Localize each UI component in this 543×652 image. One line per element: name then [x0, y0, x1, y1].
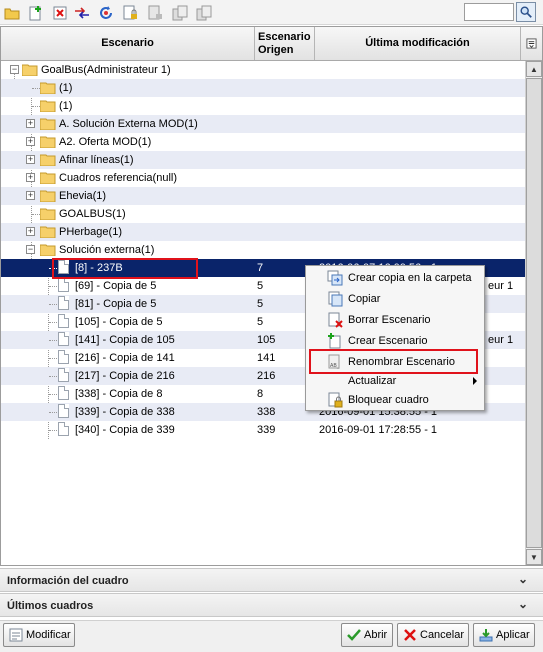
- document-icon: [58, 350, 69, 364]
- unlock-icon[interactable]: [145, 3, 164, 22]
- document-icon: [58, 278, 69, 292]
- tree-row[interactable]: − Solución externa(1): [1, 241, 525, 259]
- tree-row[interactable]: + Cuadros referencia(null): [1, 169, 525, 187]
- create-scenario-icon: [328, 333, 341, 349]
- expand-icon[interactable]: +: [26, 119, 35, 128]
- expand-icon[interactable]: +: [26, 191, 35, 200]
- tree-row[interactable]: + Ehevia(1): [1, 187, 525, 205]
- tree-row[interactable]: (1): [1, 79, 525, 97]
- info-panel-header[interactable]: Información del cuadro ⌄: [0, 568, 543, 592]
- folder-icon: [40, 190, 56, 202]
- new-icon[interactable]: [25, 3, 44, 22]
- document-icon: [58, 404, 69, 418]
- tree-row[interactable]: + A2. Oferta MOD(1): [1, 133, 525, 151]
- submenu-arrow-icon: [473, 377, 477, 385]
- menu-item-copy[interactable]: Copiar: [307, 289, 483, 309]
- search-button[interactable]: [516, 2, 536, 22]
- search-icon: [520, 6, 532, 18]
- cancel-button[interactable]: Cancelar: [397, 623, 469, 647]
- document-icon: [58, 296, 69, 310]
- column-chooser-button[interactable]: [521, 27, 542, 60]
- menu-item-copy-to-folder[interactable]: Crear copia en la carpeta: [307, 268, 483, 288]
- expand-icon[interactable]: +: [26, 155, 35, 164]
- lock-icon: [328, 392, 343, 408]
- document-icon: [58, 260, 69, 274]
- tree-row[interactable]: GOALBUS(1): [1, 205, 525, 223]
- column-chooser-icon: [526, 38, 537, 49]
- folder-icon: [40, 172, 56, 184]
- open-folder-icon[interactable]: [2, 3, 21, 22]
- scroll-up-icon[interactable]: ▲: [526, 61, 542, 77]
- grid-header: Escenario Escenario Origen Última modifi…: [1, 27, 542, 61]
- menu-item-create-scenario[interactable]: Crear Escenario: [307, 331, 483, 351]
- document-icon: [58, 314, 69, 328]
- folder-icon: [40, 100, 56, 112]
- tree-row[interactable]: (1): [1, 97, 525, 115]
- move-icon[interactable]: [72, 3, 91, 22]
- folder-icon: [40, 136, 56, 148]
- delete-scenario-icon: [328, 312, 343, 328]
- tree-row[interactable]: [340] - Copia de 339 339 2016-09-01 17:2…: [1, 421, 525, 439]
- scroll-thumb[interactable]: [526, 78, 542, 548]
- apply-button[interactable]: Aplicar: [473, 623, 535, 647]
- scroll-down-icon[interactable]: ▼: [526, 549, 542, 565]
- context-menu: Crear copia en la carpeta Copiar Borrar …: [305, 265, 485, 411]
- copy-icon: [328, 291, 343, 307]
- open-button[interactable]: Abrir: [341, 623, 393, 647]
- collapse-icon[interactable]: −: [10, 65, 19, 74]
- document-icon: [58, 386, 69, 400]
- recent-panel-header[interactable]: Últimos cuadros ⌄: [0, 593, 543, 617]
- svg-text:AB_: AB_: [330, 363, 340, 369]
- column-origin[interactable]: Escenario Origen: [255, 27, 315, 60]
- paste-icon[interactable]: [194, 3, 213, 22]
- menu-item-lock-board[interactable]: Bloquear cuadro: [307, 390, 483, 410]
- menu-item-update[interactable]: Actualizar: [307, 371, 483, 391]
- check-icon: [347, 629, 361, 641]
- open-folder-icon: [40, 244, 56, 256]
- document-icon: [58, 332, 69, 346]
- vertical-scrollbar[interactable]: ▲ ▼: [525, 61, 542, 565]
- copy-to-folder-icon: [327, 270, 343, 286]
- open-folder-icon: [22, 64, 38, 76]
- tree-row[interactable]: + Afinar líneas(1): [1, 151, 525, 169]
- folder-icon: [40, 154, 56, 166]
- folder-icon: [40, 226, 56, 238]
- document-icon: [58, 368, 69, 382]
- toolbar: [0, 0, 543, 25]
- close-icon: [404, 629, 416, 641]
- expand-panel-icon[interactable]: ⌄: [518, 572, 528, 586]
- column-scenario[interactable]: Escenario: [1, 27, 255, 60]
- folder-icon: [40, 82, 56, 94]
- menu-item-rename-scenario[interactable]: AB_ Renombrar Escenario: [307, 352, 483, 372]
- document-icon: [58, 422, 69, 436]
- tree-row[interactable]: + PHerbage(1): [1, 223, 525, 241]
- delete-icon[interactable]: [50, 3, 69, 22]
- folder-icon: [40, 208, 56, 220]
- expand-icon[interactable]: +: [26, 227, 35, 236]
- refresh-icon[interactable]: [96, 3, 115, 22]
- expand-icon[interactable]: +: [26, 173, 35, 182]
- copy-icon[interactable]: [170, 3, 189, 22]
- rename-icon: AB_: [328, 354, 340, 369]
- button-bar: Modificar Abrir Cancelar Aplicar: [0, 620, 543, 652]
- menu-item-delete-scenario[interactable]: Borrar Escenario: [307, 310, 483, 330]
- folder-icon: [40, 118, 56, 130]
- tree-row[interactable]: + A. Solución Externa MOD(1): [1, 115, 525, 133]
- expand-panel-icon[interactable]: ⌄: [518, 597, 528, 611]
- modify-icon: [9, 628, 23, 642]
- column-modified[interactable]: Última modificación: [315, 27, 521, 60]
- search-input[interactable]: [464, 3, 514, 21]
- expand-icon[interactable]: +: [26, 137, 35, 146]
- tree-row[interactable]: − GoalBus(Administrateur 1): [1, 61, 525, 79]
- lock-icon[interactable]: [120, 3, 139, 22]
- collapse-icon[interactable]: −: [26, 245, 35, 254]
- modify-button[interactable]: Modificar: [3, 623, 75, 647]
- apply-icon: [479, 629, 493, 642]
